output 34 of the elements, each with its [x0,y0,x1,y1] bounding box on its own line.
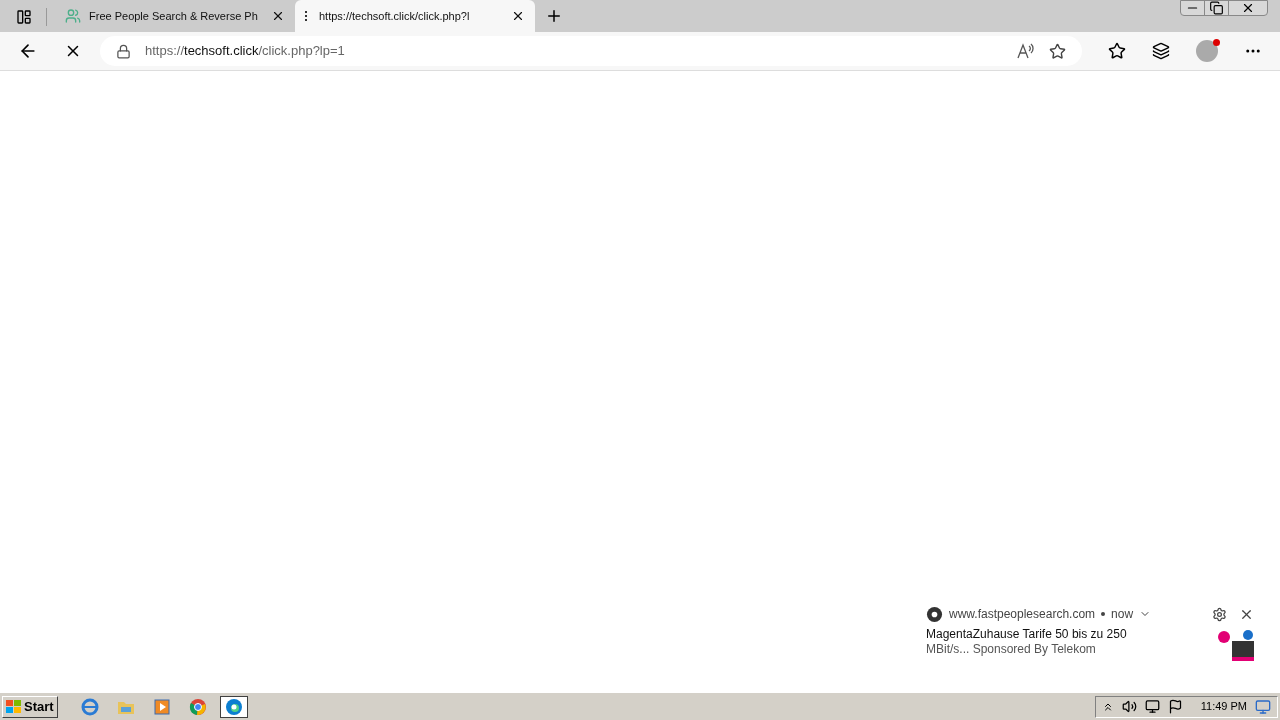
notification-body: MBit/s... Sponsored By Telekom [926,642,1097,657]
browser-tab[interactable]: Free People Search & Reverse Ph [55,0,295,32]
notification-source: www.fastpeoplesearch.com [949,606,1096,623]
url-text: https://techsoft.click/click.php?lp=1 [145,42,346,61]
edge-icon [224,697,243,716]
dot-icon [1101,612,1106,616]
add-favorite-icon[interactable] [1049,42,1066,60]
close-icon[interactable] [271,9,285,23]
browser-icon [80,697,99,716]
settings-icon[interactable] [1212,606,1227,622]
taskbar-app[interactable] [219,695,248,718]
flag-icon[interactable] [1167,699,1183,714]
volume-icon[interactable] [1121,699,1137,714]
tab-title: Free People Search & Reverse Ph [89,8,259,24]
windows-logo-icon [6,699,22,714]
new-tab-icon[interactable] [545,7,563,25]
favorites-icon[interactable] [1108,42,1126,60]
media-player-icon [153,698,170,715]
address-bar[interactable]: https://techsoft.click/click.php?lp=1 [100,36,1082,66]
browser-tab[interactable]: https://techsoft.click/click.php?l [295,0,535,32]
clock: 11:49 PM [1200,699,1247,715]
chrome-icon [188,697,207,716]
notification-title: MagentaZuhause Tarife 50 bis zu 250 [926,627,1128,642]
tab-title: https://techsoft.click/click.php?l [319,8,471,24]
profile-avatar[interactable] [1196,40,1218,62]
read-aloud-icon[interactable] [1017,43,1035,59]
people-icon [65,8,81,24]
close-icon[interactable] [511,9,525,23]
tab-panel-icon [16,9,32,25]
edge-icon [926,605,943,623]
lock-icon [116,43,131,59]
notification-time: now [1111,606,1134,623]
start-button[interactable]: Start [2,695,58,718]
desktop-icon[interactable] [1255,698,1271,715]
